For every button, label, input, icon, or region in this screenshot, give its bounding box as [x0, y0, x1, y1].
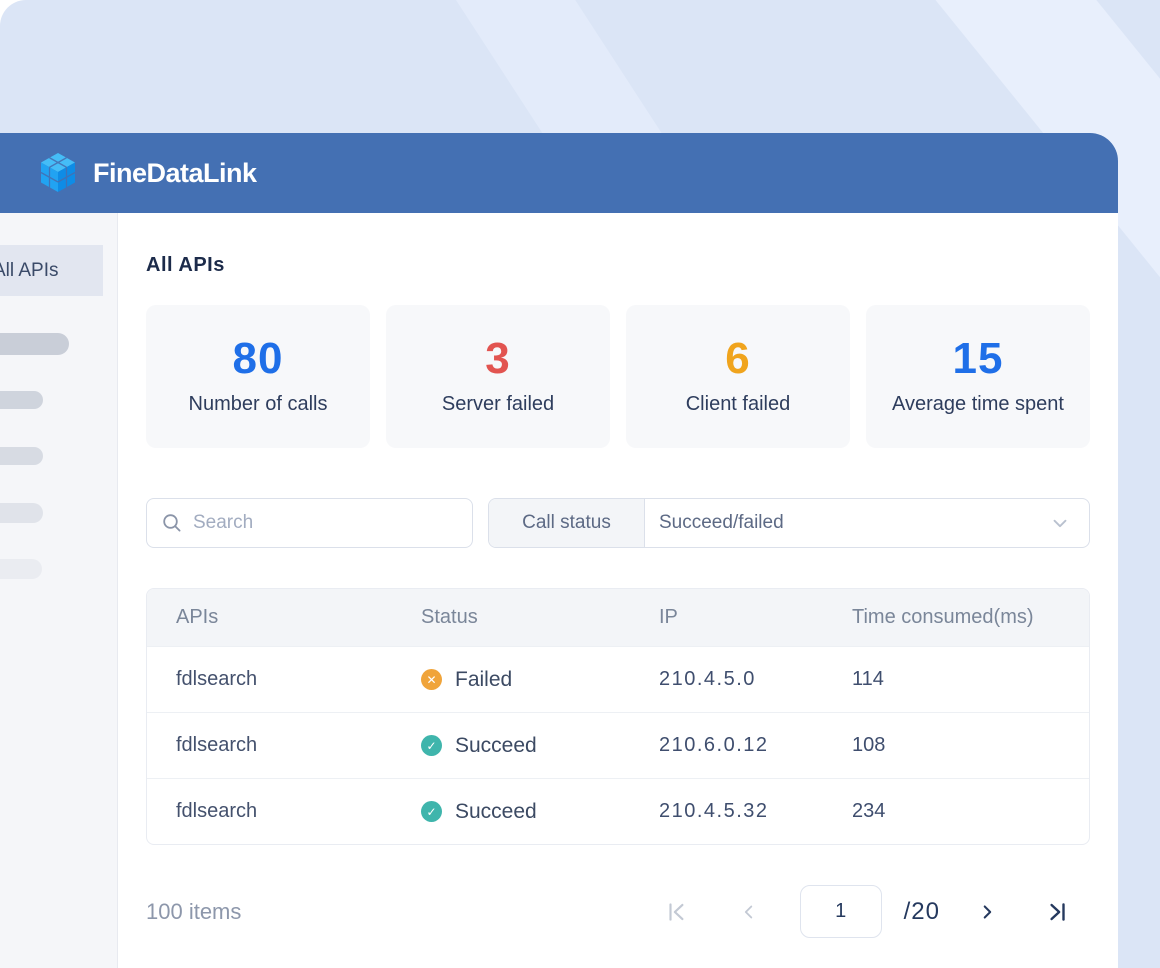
- stat-value: 6: [725, 337, 750, 381]
- cell-time: 114: [852, 668, 1089, 691]
- stat-card-number-of-calls: 80 Number of calls: [146, 305, 370, 448]
- search-icon: [161, 512, 183, 534]
- page-total: /20: [904, 898, 940, 926]
- cell-api: fdlsearch: [147, 734, 421, 757]
- chevron-down-icon: [1049, 512, 1071, 534]
- sidebar-item-label: All APIs: [0, 260, 58, 282]
- stats-row: 80 Number of calls 3 Server failed 6 Cli…: [146, 305, 1090, 448]
- sidebar: All APIs: [0, 213, 118, 968]
- table-row[interactable]: fdlsearch ✓ Succeed 210.6.0.12 108: [147, 712, 1089, 778]
- column-header-time: Time consumed(ms): [852, 606, 1089, 629]
- first-page-icon[interactable]: [664, 899, 690, 925]
- table-footer: 100 items 1 /20: [146, 885, 1090, 938]
- chevron-right-icon[interactable]: [976, 901, 998, 923]
- app-window: FineDataLink All APIs All APIs 80 Number…: [0, 133, 1118, 968]
- logo-text: FineDataLink: [93, 158, 257, 189]
- call-status-value: Succeed/failed: [645, 499, 1089, 547]
- stat-value: 3: [485, 337, 510, 381]
- cell-api: fdlsearch: [147, 668, 421, 691]
- table-row[interactable]: fdlsearch ✓ Succeed 210.4.5.32 234: [147, 778, 1089, 844]
- status-label: Failed: [455, 668, 512, 692]
- cell-time: 234: [852, 800, 1089, 823]
- cell-ip: 210.6.0.12: [659, 734, 852, 757]
- app-header: FineDataLink: [0, 133, 1118, 213]
- column-header-status: Status: [421, 606, 659, 629]
- table-row[interactable]: fdlsearch ✕ Failed 210.4.5.0 114: [147, 646, 1089, 712]
- sidebar-skeleton-item: [0, 333, 69, 355]
- stat-value: 80: [233, 337, 284, 381]
- page-title: All APIs: [146, 253, 1090, 277]
- filters-row: Call status Succeed/failed: [146, 498, 1090, 548]
- status-label: Succeed: [455, 734, 537, 758]
- table-header: APIs Status IP Time consumed(ms): [147, 589, 1089, 646]
- sidebar-skeleton-item: [0, 447, 43, 465]
- stat-label: Server failed: [442, 393, 554, 416]
- cell-ip: 210.4.5.32: [659, 800, 852, 823]
- status-badge-icon: ✕: [421, 669, 442, 690]
- status-badge-icon: ✓: [421, 801, 442, 822]
- chevron-left-icon[interactable]: [738, 901, 760, 923]
- cell-status: ✕ Failed: [421, 668, 659, 692]
- stat-label: Number of calls: [189, 393, 328, 416]
- status-label: Succeed: [455, 800, 537, 824]
- cell-status: ✓ Succeed: [421, 800, 659, 824]
- call-status-select[interactable]: Call status Succeed/failed: [488, 498, 1090, 548]
- last-page-icon[interactable]: [1044, 899, 1070, 925]
- stat-card-average-time: 15 Average time spent: [866, 305, 1090, 448]
- pagination: 1 /20: [664, 885, 1070, 938]
- stat-card-server-failed: 3 Server failed: [386, 305, 610, 448]
- cube-icon: [38, 151, 78, 195]
- column-header-ip: IP: [659, 606, 852, 629]
- sidebar-skeleton-item: [0, 391, 43, 409]
- table-body: fdlsearch ✕ Failed 210.4.5.0 114 fdlsear…: [147, 646, 1089, 844]
- main-content: All APIs 80 Number of calls 3 Server fai…: [118, 213, 1118, 968]
- status-badge-icon: ✓: [421, 735, 442, 756]
- search-box[interactable]: [146, 498, 473, 548]
- sidebar-skeleton-item: [0, 559, 42, 579]
- cell-ip: 210.4.5.0: [659, 668, 852, 691]
- cell-status: ✓ Succeed: [421, 734, 659, 758]
- stat-value: 15: [953, 337, 1004, 381]
- search-input[interactable]: [193, 512, 458, 534]
- sidebar-item-all-apis[interactable]: All APIs: [0, 245, 103, 296]
- current-page-input[interactable]: 1: [800, 885, 882, 938]
- logo: FineDataLink: [38, 151, 257, 195]
- stat-label: Client failed: [686, 393, 791, 416]
- call-status-label: Call status: [489, 499, 645, 547]
- sidebar-skeleton-item: [0, 503, 43, 523]
- stat-card-client-failed: 6 Client failed: [626, 305, 850, 448]
- api-table: APIs Status IP Time consumed(ms) fdlsear…: [146, 588, 1090, 845]
- column-header-apis: APIs: [147, 606, 421, 629]
- items-count: 100 items: [146, 899, 241, 925]
- cell-time: 108: [852, 734, 1089, 757]
- cell-api: fdlsearch: [147, 800, 421, 823]
- stat-label: Average time spent: [892, 393, 1064, 416]
